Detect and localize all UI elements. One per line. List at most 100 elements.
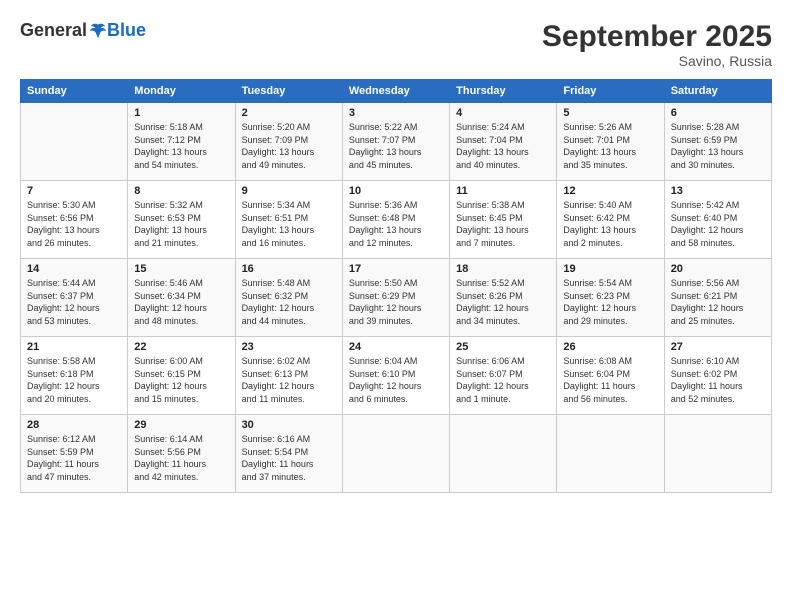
week-row-2: 7 Sunrise: 5:30 AM Sunset: 6:56 PM Daylig… bbox=[21, 181, 772, 259]
day-number: 27 bbox=[671, 341, 765, 353]
day-number: 14 bbox=[27, 263, 121, 275]
day-info: Sunrise: 6:06 AM Sunset: 6:07 PM Dayligh… bbox=[456, 355, 550, 405]
header-row: SundayMondayTuesdayWednesdayThursdayFrid… bbox=[21, 80, 772, 103]
day-info: Sunrise: 6:16 AM Sunset: 5:54 PM Dayligh… bbox=[242, 433, 336, 483]
day-number: 29 bbox=[134, 419, 228, 431]
day-cell bbox=[450, 415, 557, 493]
day-number: 20 bbox=[671, 263, 765, 275]
day-info: Sunrise: 5:54 AM Sunset: 6:23 PM Dayligh… bbox=[563, 277, 657, 327]
day-number: 13 bbox=[671, 185, 765, 197]
week-row-4: 21 Sunrise: 5:58 AM Sunset: 6:18 PM Dayli… bbox=[21, 337, 772, 415]
day-info: Sunrise: 5:50 AM Sunset: 6:29 PM Dayligh… bbox=[349, 277, 443, 327]
page: General Blue September 2025 Savino, Russ… bbox=[0, 0, 792, 612]
day-number: 2 bbox=[242, 107, 336, 119]
day-number: 8 bbox=[134, 185, 228, 197]
day-cell: 2 Sunrise: 5:20 AM Sunset: 7:09 PM Daylig… bbox=[235, 103, 342, 181]
day-cell: 9Sunrise: 5:34 AM Sunset: 6:51 PM Daylig… bbox=[235, 181, 342, 259]
day-info: Sunrise: 5:22 AM Sunset: 7:07 PM Dayligh… bbox=[349, 121, 443, 171]
day-number: 3 bbox=[349, 107, 443, 119]
location: Savino, Russia bbox=[542, 53, 772, 69]
week-row-3: 14 Sunrise: 5:44 AM Sunset: 6:37 PM Dayli… bbox=[21, 259, 772, 337]
logo-general-text: General bbox=[20, 20, 87, 41]
day-info: Sunrise: 6:14 AM Sunset: 5:56 PM Dayligh… bbox=[134, 433, 228, 483]
day-cell: 11 Sunrise: 5:38 AM Sunset: 6:45 PM Dayli… bbox=[450, 181, 557, 259]
logo: General Blue bbox=[20, 20, 146, 41]
day-info: Sunrise: 5:30 AM Sunset: 6:56 PM Dayligh… bbox=[27, 199, 121, 249]
day-cell bbox=[557, 415, 664, 493]
title-block: September 2025 Savino, Russia bbox=[542, 20, 772, 69]
day-cell: 3 Sunrise: 5:22 AM Sunset: 7:07 PM Daylig… bbox=[342, 103, 449, 181]
day-cell: 17 Sunrise: 5:50 AM Sunset: 6:29 PM Dayli… bbox=[342, 259, 449, 337]
day-info: Sunrise: 5:52 AM Sunset: 6:26 PM Dayligh… bbox=[456, 277, 550, 327]
day-cell: 29 Sunrise: 6:14 AM Sunset: 5:56 PM Dayli… bbox=[128, 415, 235, 493]
day-info: Sunrise: 5:36 AM Sunset: 6:48 PM Dayligh… bbox=[349, 199, 443, 249]
day-number: 22 bbox=[134, 341, 228, 353]
day-number: 23 bbox=[242, 341, 336, 353]
day-info: Sunrise: 5:38 AM Sunset: 6:45 PM Dayligh… bbox=[456, 199, 550, 249]
day-cell: 27 Sunrise: 6:10 AM Sunset: 6:02 PM Dayli… bbox=[664, 337, 771, 415]
day-info: Sunrise: 6:12 AM Sunset: 5:59 PM Dayligh… bbox=[27, 433, 121, 483]
day-cell: 25Sunrise: 6:06 AM Sunset: 6:07 PM Dayli… bbox=[450, 337, 557, 415]
day-number: 17 bbox=[349, 263, 443, 275]
day-cell: 4Sunrise: 5:24 AM Sunset: 7:04 PM Daylig… bbox=[450, 103, 557, 181]
day-cell: 8 Sunrise: 5:32 AM Sunset: 6:53 PM Daylig… bbox=[128, 181, 235, 259]
day-number: 21 bbox=[27, 341, 121, 353]
day-cell: 13 Sunrise: 5:42 AM Sunset: 6:40 PM Dayli… bbox=[664, 181, 771, 259]
day-cell: 12Sunrise: 5:40 AM Sunset: 6:42 PM Dayli… bbox=[557, 181, 664, 259]
day-info: Sunrise: 5:42 AM Sunset: 6:40 PM Dayligh… bbox=[671, 199, 765, 249]
day-info: Sunrise: 6:04 AM Sunset: 6:10 PM Dayligh… bbox=[349, 355, 443, 405]
day-number: 15 bbox=[134, 263, 228, 275]
day-cell: 1Sunrise: 5:18 AM Sunset: 7:12 PM Daylig… bbox=[128, 103, 235, 181]
day-info: Sunrise: 5:24 AM Sunset: 7:04 PM Dayligh… bbox=[456, 121, 550, 171]
header: General Blue September 2025 Savino, Russ… bbox=[20, 20, 772, 69]
day-number: 19 bbox=[563, 263, 657, 275]
day-cell bbox=[21, 103, 128, 181]
day-cell: 24 Sunrise: 6:04 AM Sunset: 6:10 PM Dayli… bbox=[342, 337, 449, 415]
day-info: Sunrise: 5:20 AM Sunset: 7:09 PM Dayligh… bbox=[242, 121, 336, 171]
day-number: 30 bbox=[242, 419, 336, 431]
week-row-5: 28 Sunrise: 6:12 AM Sunset: 5:59 PM Dayli… bbox=[21, 415, 772, 493]
day-cell: 10 Sunrise: 5:36 AM Sunset: 6:48 PM Dayli… bbox=[342, 181, 449, 259]
calendar-table: SundayMondayTuesdayWednesdayThursdayFrid… bbox=[20, 79, 772, 493]
col-header-monday: Monday bbox=[128, 80, 235, 103]
day-info: Sunrise: 6:00 AM Sunset: 6:15 PM Dayligh… bbox=[134, 355, 228, 405]
day-info: Sunrise: 5:40 AM Sunset: 6:42 PM Dayligh… bbox=[563, 199, 657, 249]
month-title: September 2025 bbox=[542, 20, 772, 53]
day-info: Sunrise: 5:58 AM Sunset: 6:18 PM Dayligh… bbox=[27, 355, 121, 405]
week-row-1: 1Sunrise: 5:18 AM Sunset: 7:12 PM Daylig… bbox=[21, 103, 772, 181]
col-header-tuesday: Tuesday bbox=[235, 80, 342, 103]
day-info: Sunrise: 5:28 AM Sunset: 6:59 PM Dayligh… bbox=[671, 121, 765, 171]
day-cell: 28 Sunrise: 6:12 AM Sunset: 5:59 PM Dayli… bbox=[21, 415, 128, 493]
day-cell: 5 Sunrise: 5:26 AM Sunset: 7:01 PM Daylig… bbox=[557, 103, 664, 181]
day-number: 10 bbox=[349, 185, 443, 197]
day-info: Sunrise: 5:32 AM Sunset: 6:53 PM Dayligh… bbox=[134, 199, 228, 249]
day-info: Sunrise: 5:48 AM Sunset: 6:32 PM Dayligh… bbox=[242, 277, 336, 327]
day-cell: 19 Sunrise: 5:54 AM Sunset: 6:23 PM Dayli… bbox=[557, 259, 664, 337]
day-number: 11 bbox=[456, 185, 550, 197]
col-header-wednesday: Wednesday bbox=[342, 80, 449, 103]
col-header-thursday: Thursday bbox=[450, 80, 557, 103]
day-number: 24 bbox=[349, 341, 443, 353]
day-info: Sunrise: 6:02 AM Sunset: 6:13 PM Dayligh… bbox=[242, 355, 336, 405]
day-info: Sunrise: 5:56 AM Sunset: 6:21 PM Dayligh… bbox=[671, 277, 765, 327]
day-cell: 14 Sunrise: 5:44 AM Sunset: 6:37 PM Dayli… bbox=[21, 259, 128, 337]
day-number: 28 bbox=[27, 419, 121, 431]
day-number: 6 bbox=[671, 107, 765, 119]
day-info: Sunrise: 5:26 AM Sunset: 7:01 PM Dayligh… bbox=[563, 121, 657, 171]
logo-bird-icon bbox=[89, 22, 107, 40]
day-cell: 16 Sunrise: 5:48 AM Sunset: 6:32 PM Dayli… bbox=[235, 259, 342, 337]
day-number: 5 bbox=[563, 107, 657, 119]
day-cell: 18Sunrise: 5:52 AM Sunset: 6:26 PM Dayli… bbox=[450, 259, 557, 337]
day-info: Sunrise: 6:10 AM Sunset: 6:02 PM Dayligh… bbox=[671, 355, 765, 405]
day-number: 16 bbox=[242, 263, 336, 275]
day-cell: 6 Sunrise: 5:28 AM Sunset: 6:59 PM Daylig… bbox=[664, 103, 771, 181]
day-cell: 23 Sunrise: 6:02 AM Sunset: 6:13 PM Dayli… bbox=[235, 337, 342, 415]
col-header-friday: Friday bbox=[557, 80, 664, 103]
day-cell: 26Sunrise: 6:08 AM Sunset: 6:04 PM Dayli… bbox=[557, 337, 664, 415]
day-info: Sunrise: 5:44 AM Sunset: 6:37 PM Dayligh… bbox=[27, 277, 121, 327]
day-number: 7 bbox=[27, 185, 121, 197]
day-cell bbox=[664, 415, 771, 493]
day-cell: 21 Sunrise: 5:58 AM Sunset: 6:18 PM Dayli… bbox=[21, 337, 128, 415]
day-info: Sunrise: 6:08 AM Sunset: 6:04 PM Dayligh… bbox=[563, 355, 657, 405]
col-header-saturday: Saturday bbox=[664, 80, 771, 103]
